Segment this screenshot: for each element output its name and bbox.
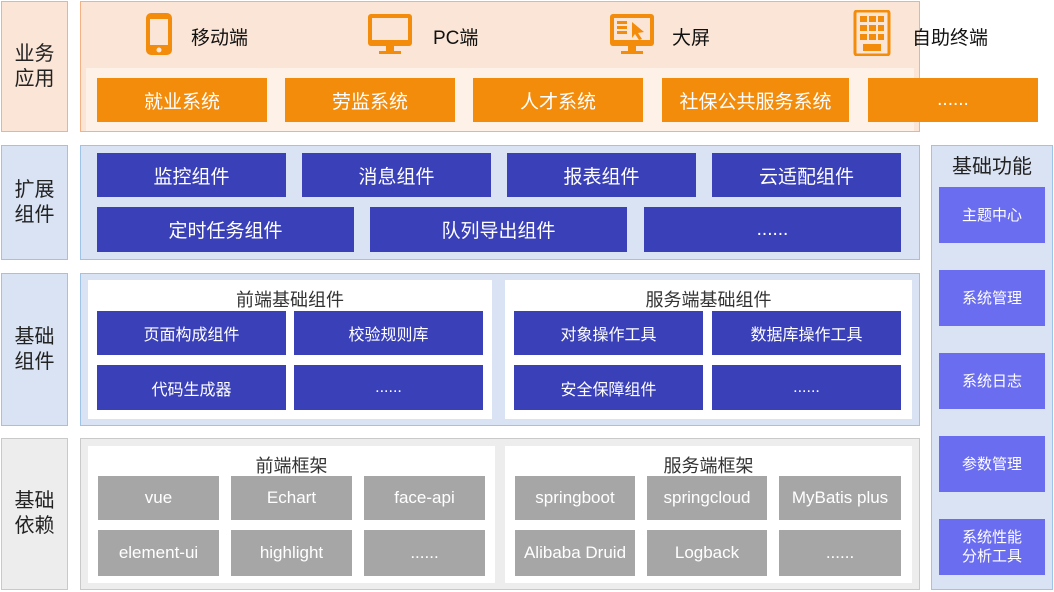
mobile-phone-icon (146, 13, 172, 55)
be-security-components: 安全保障组件 (514, 365, 703, 410)
fe-page-components: 页面构成组件 (97, 311, 286, 355)
fe-validation-rules: 校验规则库 (294, 311, 483, 355)
fw-server-more: ...... (779, 530, 901, 576)
client-kiosk: 自助终端 (853, 10, 1013, 58)
layer-label-extension: 扩展 组件 (1, 145, 68, 260)
fw-element-ui: element-ui (98, 530, 219, 576)
fw-springboot: springboot (515, 476, 635, 520)
fw-echart: Echart (231, 476, 352, 520)
fw-face-api: face-api (364, 476, 485, 520)
client-mobile-label: 移动端 (191, 28, 249, 49)
fw-springcloud: springcloud (647, 476, 767, 520)
layer-label-dependency: 基础 依赖 (1, 438, 68, 590)
fw-vue: vue (98, 476, 219, 520)
kiosk-terminal-icon (853, 10, 891, 56)
ext-cloud-adapter: 云适配组件 (712, 153, 901, 197)
ext-scheduled-task: 定时任务组件 (97, 207, 354, 252)
system-more: ...... (868, 78, 1038, 122)
system-labor-supervision: 劳监系统 (285, 78, 455, 122)
system-talent: 人才系统 (473, 78, 643, 122)
ext-report: 报表组件 (507, 153, 696, 197)
fw-highlight: highlight (231, 530, 352, 576)
fw-mybatis-plus: MyBatis plus (779, 476, 901, 520)
func-system-log: 系统日志 (939, 353, 1045, 409)
be-more: ...... (712, 365, 901, 410)
server-basic-title: 服务端基础组件 (645, 290, 772, 310)
client-large-screen-label: 大屏 (672, 28, 711, 49)
base-functions-title: 基础功能 (952, 156, 1032, 178)
system-employment: 就业系统 (97, 78, 267, 122)
fe-more: ...... (294, 365, 483, 410)
frontend-basic-title: 前端基础组件 (236, 290, 344, 310)
layer-label-business: 业务 应用 (1, 1, 68, 132)
func-theme-center: 主题中心 (939, 187, 1045, 243)
ext-more: ...... (644, 207, 901, 252)
client-large-screen: 大屏 (608, 12, 738, 56)
client-pc-label: PC端 (433, 28, 479, 49)
layer-label-basic: 基础 组件 (1, 273, 68, 426)
ext-monitor: 监控组件 (97, 153, 286, 197)
fw-frontend-more: ...... (364, 530, 485, 576)
client-mobile: 移动端 (144, 12, 274, 56)
fw-alibaba-druid: Alibaba Druid (515, 530, 635, 576)
desktop-monitor-icon (368, 14, 412, 54)
fe-code-generator: 代码生成器 (97, 365, 286, 410)
fw-logback: Logback (647, 530, 767, 576)
be-database-tools: 数据库操作工具 (712, 311, 901, 355)
server-framework-title: 服务端框架 (663, 456, 754, 476)
func-system-management: 系统管理 (939, 270, 1045, 326)
frontend-framework-title: 前端框架 (255, 456, 328, 476)
func-performance-analysis: 系统性能 分析工具 (939, 519, 1045, 575)
be-object-tools: 对象操作工具 (514, 311, 703, 355)
func-parameter-management: 参数管理 (939, 436, 1045, 492)
client-pc: PC端 (366, 12, 506, 56)
ext-queue-export: 队列导出组件 (370, 207, 627, 252)
system-social-security: 社保公共服务系统 (662, 78, 849, 122)
large-screen-icon (610, 14, 654, 54)
client-kiosk-label: 自助终端 (912, 28, 989, 49)
ext-message: 消息组件 (302, 153, 491, 197)
